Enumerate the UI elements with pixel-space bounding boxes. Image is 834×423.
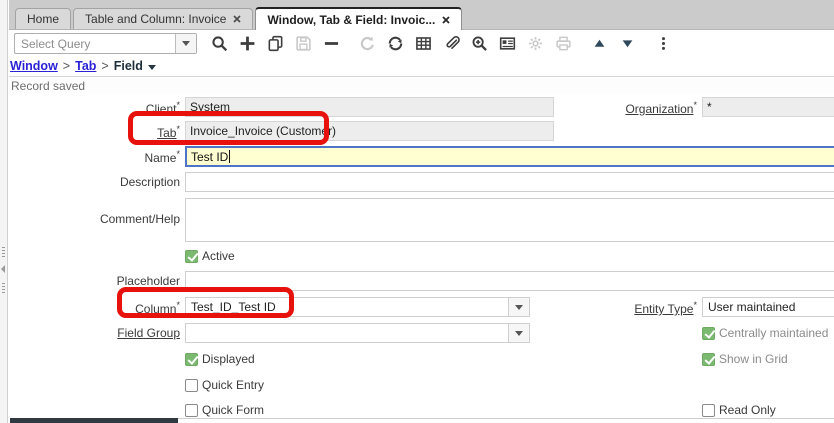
read-only-label: Read Only	[719, 403, 776, 417]
chevron-down-icon	[148, 65, 156, 70]
name-input[interactable]: Test ID	[185, 146, 834, 167]
breadcrumb-separator: >	[63, 59, 70, 73]
tab-table-and-column[interactable]: Table and Column: Invoice	[73, 8, 253, 29]
organization-label[interactable]: Organization*	[540, 100, 697, 116]
breadcrumb-window-link[interactable]: Window	[10, 59, 58, 73]
previous-record-icon[interactable]	[590, 35, 608, 53]
displayed-checkbox-row[interactable]: Displayed	[185, 352, 255, 366]
attachment-icon[interactable]	[442, 35, 460, 53]
entity-type-combobox[interactable]	[702, 297, 834, 317]
search-icon[interactable]	[210, 35, 228, 53]
centrally-maintained-checkbox[interactable]	[702, 327, 715, 340]
field-group-input[interactable]	[186, 324, 508, 342]
comment-help-label: Comment/Help	[0, 212, 180, 226]
collapse-arrow-icon[interactable]	[1, 265, 5, 273]
quick-form-label: Quick Form	[202, 403, 264, 417]
taskbar-edge	[10, 418, 178, 423]
field-group-label[interactable]: Field Group	[0, 326, 180, 340]
toolbar	[9, 30, 834, 57]
breadcrumb-field-current[interactable]: Field	[114, 59, 156, 73]
new-record-icon[interactable]	[238, 35, 256, 53]
tab-table-and-column-label: Table and Column: Invoice	[85, 12, 226, 26]
quick-entry-checkbox[interactable]	[185, 379, 198, 392]
organization-field[interactable]	[702, 97, 834, 117]
column-dropdown-button[interactable]	[508, 298, 529, 316]
quick-form-checkbox-row[interactable]: Quick Form	[185, 403, 264, 417]
show-in-grid-label: Show in Grid	[719, 352, 788, 366]
displayed-checkbox[interactable]	[185, 353, 198, 366]
client-field[interactable]	[185, 97, 554, 117]
column-label[interactable]: Column*	[0, 300, 180, 316]
active-checkbox[interactable]	[185, 250, 198, 263]
desktop-tabbar: Home Table and Column: Invoice Window, T…	[9, 0, 834, 30]
select-query-input[interactable]	[15, 34, 175, 53]
splitter-grip[interactable]	[2, 247, 5, 258]
breadcrumb: Window > Tab > Field	[10, 59, 156, 73]
displayed-label: Displayed	[202, 352, 255, 366]
undo-icon	[358, 35, 376, 53]
name-label: Name*	[0, 149, 180, 165]
close-tab-icon[interactable]	[442, 16, 450, 24]
breadcrumb-tab-link[interactable]: Tab	[75, 59, 96, 73]
tab-window-tab-field[interactable]: Window, Tab & Field: Invoic...	[255, 7, 462, 30]
bottom-divider	[178, 418, 834, 419]
app-window: Home Table and Column: Invoice Window, T…	[0, 0, 834, 423]
status-bar: Record saved	[9, 76, 834, 93]
select-query-combobox[interactable]	[14, 33, 197, 54]
tab-field[interactable]	[185, 121, 554, 141]
active-checkbox-row[interactable]: Active	[185, 249, 235, 263]
more-options-icon[interactable]	[654, 35, 672, 53]
read-only-checkbox-row[interactable]: Read Only	[702, 403, 776, 417]
select-query-dropdown-button[interactable]	[175, 34, 196, 53]
quick-entry-label: Quick Entry	[202, 378, 264, 392]
refresh-icon[interactable]	[386, 35, 404, 53]
description-label: Description	[0, 175, 180, 189]
zoom-across-icon[interactable]	[470, 35, 488, 53]
quick-entry-checkbox-row[interactable]: Quick Entry	[185, 378, 264, 392]
quick-form-checkbox[interactable]	[185, 404, 198, 417]
grid-toggle-icon[interactable]	[414, 35, 432, 53]
save-icon	[294, 35, 312, 53]
column-combobox[interactable]	[185, 297, 530, 317]
text-cursor	[229, 150, 230, 163]
form-view-icon[interactable]	[498, 35, 516, 53]
tab-label[interactable]: Tab*	[0, 124, 180, 140]
read-only-checkbox[interactable]	[702, 404, 715, 417]
tab-home[interactable]: Home	[15, 8, 71, 29]
comment-help-input[interactable]	[185, 198, 834, 242]
chevron-down-icon	[182, 41, 190, 46]
process-gear-icon	[526, 35, 544, 53]
show-in-grid-checkbox[interactable]	[702, 353, 715, 366]
toolbar-buttons	[210, 35, 672, 53]
tab-home-label: Home	[27, 12, 59, 26]
entity-type-label[interactable]: Entity Type*	[540, 300, 697, 316]
field-group-dropdown-button[interactable]	[508, 324, 529, 342]
field-group-combobox[interactable]	[185, 323, 530, 343]
chevron-down-icon	[515, 305, 523, 310]
breadcrumb-separator: >	[101, 59, 108, 73]
status-message: Record saved	[11, 79, 85, 93]
tab-window-tab-field-label: Window, Tab & Field: Invoic...	[267, 13, 435, 27]
copy-record-icon[interactable]	[266, 35, 284, 53]
description-input[interactable]	[185, 172, 834, 192]
next-record-icon[interactable]	[618, 35, 636, 53]
delete-record-icon[interactable]	[322, 35, 340, 53]
placeholder-label: Placeholder	[0, 274, 180, 288]
chevron-down-icon	[515, 331, 523, 336]
show-in-grid-checkbox-row[interactable]: Show in Grid	[702, 352, 788, 366]
centrally-maintained-label: Centrally maintained	[719, 326, 828, 340]
centrally-maintained-checkbox-row[interactable]: Centrally maintained	[702, 326, 828, 340]
entity-type-input[interactable]	[703, 298, 834, 316]
column-input[interactable]	[186, 298, 508, 316]
client-label[interactable]: Client*	[0, 100, 180, 116]
placeholder-input[interactable]	[185, 271, 834, 291]
close-tab-icon[interactable]	[233, 15, 241, 23]
active-checkbox-label: Active	[202, 249, 235, 263]
print-icon	[554, 35, 572, 53]
